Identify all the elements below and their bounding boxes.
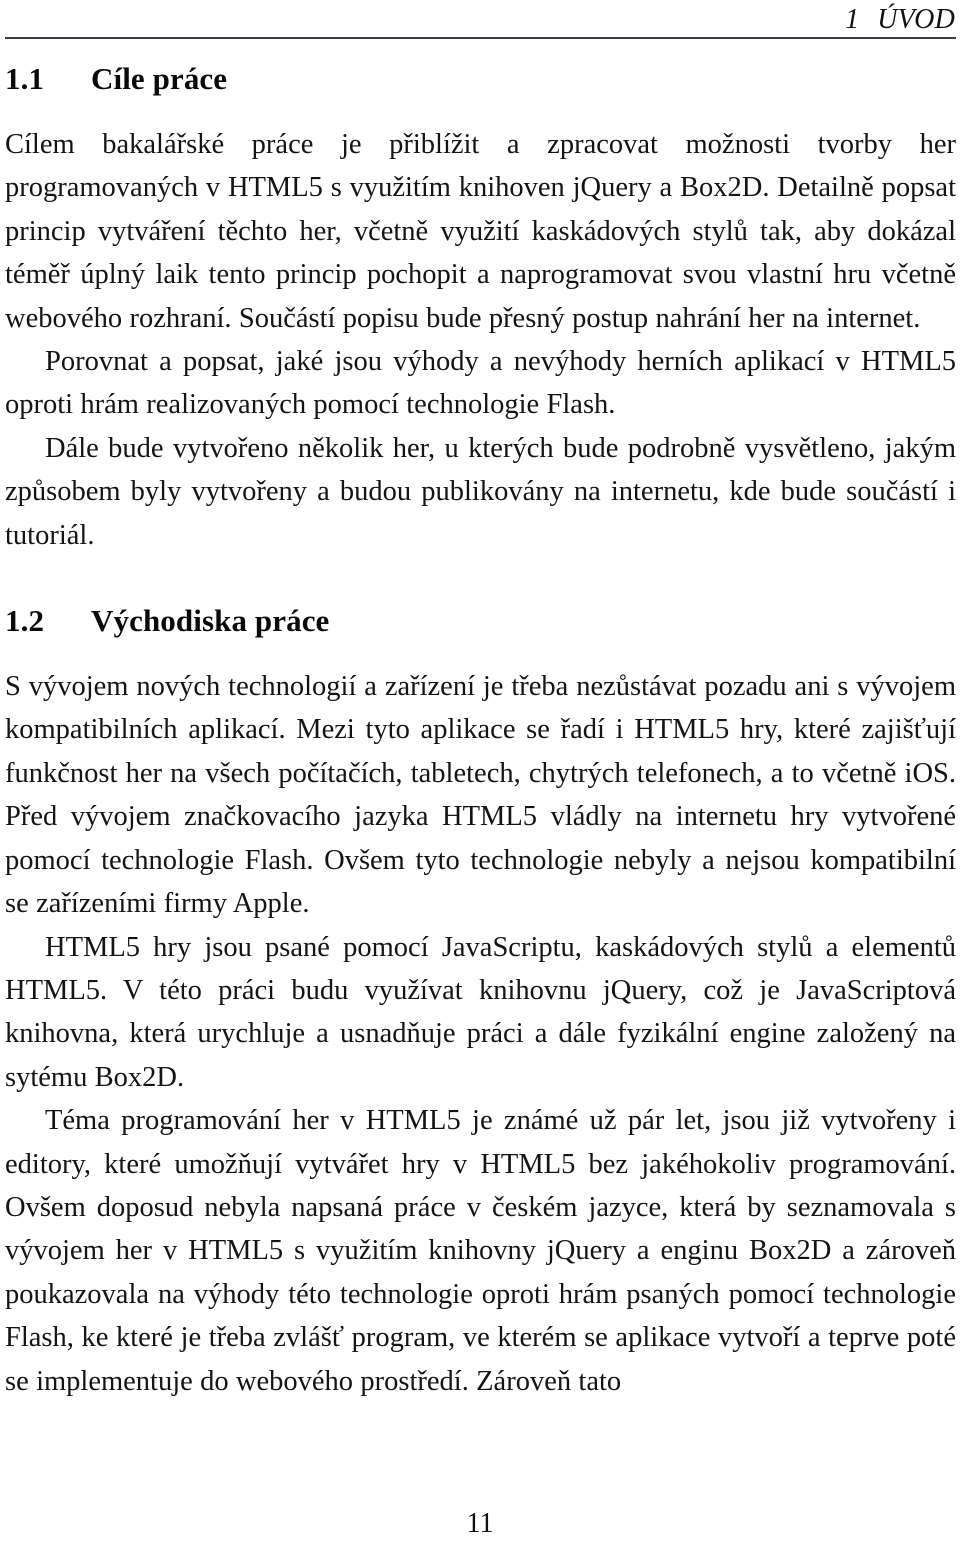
section-heading-1-2: 1.2 Východiska práce [5, 602, 956, 640]
running-header: 1 ÚVOD [5, 4, 955, 36]
paragraph: Dále bude vytvořeno několik her, u který… [5, 432, 956, 551]
header-divider-rule [5, 37, 956, 39]
paragraph: Téma programování her v HTML5 je známé u… [5, 1105, 956, 1397]
page-content: 1.1 Cíle práce Cílem bakalářské práce je … [5, 60, 956, 1403]
page-number: 11 [466, 1508, 494, 1539]
section-number-1-2: 1.2 [5, 603, 45, 639]
paragraph: Cílem bakalářské práce je přiblížit a zp… [5, 129, 956, 334]
spacer-after-heading-1-2 [5, 640, 956, 665]
section-title-1-1: Cíle práce [91, 61, 228, 96]
spacer-before-heading-1-2 [5, 557, 956, 602]
section-number-1-1: 1.1 [5, 61, 45, 96]
running-header-chapter-number: 1 [845, 4, 860, 35]
section-heading-1-1: 1.1 Cíle práce [5, 60, 956, 98]
paragraph: S vývojem nových technologií a zařízení … [5, 671, 956, 920]
running-header-chapter-title: ÚVOD [877, 4, 955, 35]
section-title-1-2: Východiska práce [91, 603, 330, 639]
paragraph: HTML5 hry jsou psané pomocí JavaScriptu,… [5, 931, 956, 1093]
paragraph: Porovnat a popsat, jaké jsou výhody a ne… [5, 346, 956, 421]
spacer-after-heading-1-1 [5, 98, 956, 123]
document-page: 1 ÚVOD 1.1 Cíle práce Cílem bakalářské prá… [0, 0, 960, 1551]
